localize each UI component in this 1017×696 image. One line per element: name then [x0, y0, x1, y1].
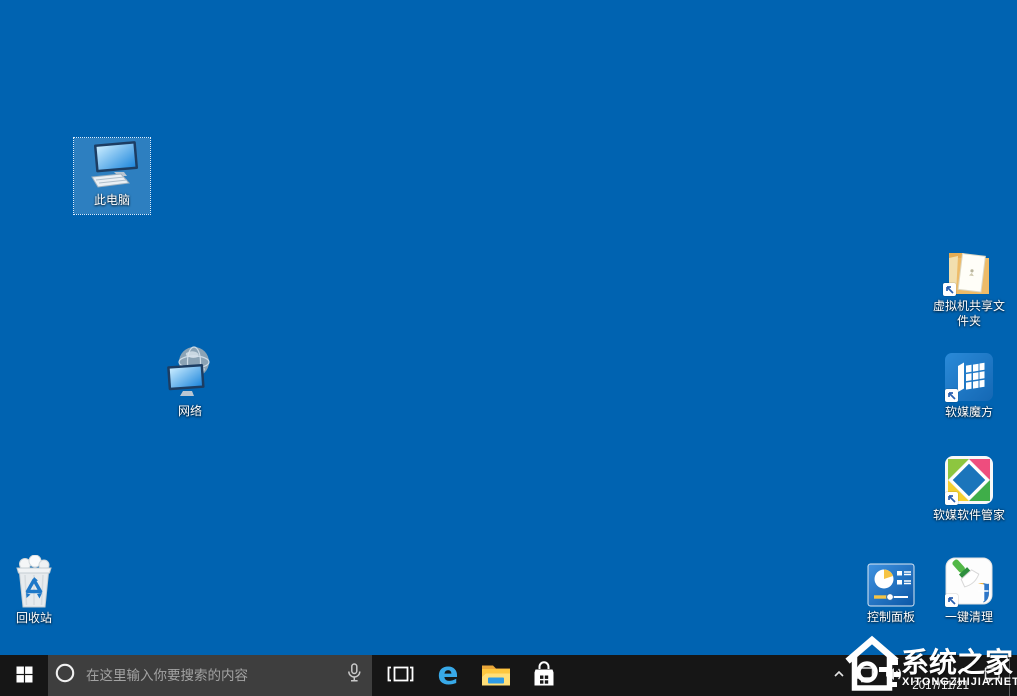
- desktop-icon-control-panel[interactable]: 控制面板: [853, 556, 929, 625]
- action-center-icon: [983, 665, 1002, 687]
- shortcut-arrow-icon: [945, 492, 958, 505]
- taskbar-search-box[interactable]: [48, 655, 372, 696]
- desktop-icon-label: 回收站: [16, 611, 52, 626]
- action-center-button[interactable]: [975, 655, 1009, 696]
- tray-clock[interactable]: 2017/11/21: [906, 655, 975, 696]
- network-globe-icon: [161, 345, 219, 401]
- show-desktop-button[interactable]: [1009, 655, 1017, 696]
- edge-browser-button[interactable]: e: [424, 655, 472, 696]
- desktop-icon-label: 控制面板: [867, 610, 915, 625]
- tray-date: 2017/11/21: [912, 680, 969, 693]
- windows-logo-icon: [16, 666, 33, 686]
- shared-folder-icon: [943, 246, 995, 296]
- microphone-icon[interactable]: [344, 662, 364, 689]
- computer-icon: [83, 141, 141, 190]
- desktop-icon-recycle-bin[interactable]: 回收站: [0, 552, 72, 626]
- folder-explorer-icon: [480, 661, 512, 691]
- pinwheel-icon: [945, 455, 993, 505]
- shortcut-arrow-icon: [945, 389, 958, 402]
- desktop-icon-network[interactable]: 网络: [152, 342, 228, 419]
- file-explorer-button[interactable]: [472, 655, 520, 696]
- desktop-icon-ruanmei-software-manager[interactable]: 软媒软件管家: [931, 452, 1007, 523]
- cube-grid-icon: [945, 352, 993, 402]
- tray-network-button[interactable]: [852, 655, 880, 696]
- shortcut-arrow-icon: [943, 283, 956, 296]
- desktop-icon-this-pc[interactable]: 此电脑: [74, 138, 150, 214]
- shortcut-arrow-icon: [945, 594, 958, 607]
- search-input[interactable]: [84, 667, 344, 684]
- store-button[interactable]: [520, 655, 568, 696]
- desktop-icon-label: 网络: [178, 404, 202, 419]
- system-tray: 2017/11/21: [826, 655, 1017, 696]
- store-bag-icon: [529, 659, 559, 692]
- cortana-circle-icon[interactable]: [54, 662, 76, 689]
- desktop-icon-one-click-clean[interactable]: 一键清理: [931, 553, 1007, 625]
- tray-chevron-button[interactable]: [826, 655, 852, 696]
- desktop-icon-vm-shared-folder[interactable]: 虚拟机共享文件夹: [931, 243, 1007, 329]
- taskbar: e: [0, 655, 1017, 696]
- chevron-up-icon: [832, 667, 846, 684]
- desktop-icon-label: 此电脑: [94, 193, 130, 208]
- task-view-icon: [387, 665, 414, 686]
- tray-volume-button[interactable]: [880, 655, 906, 696]
- desktop-icon-label: 一键清理: [945, 610, 993, 625]
- recycle-bin-full-icon: [10, 555, 58, 608]
- desktop-icon-ruanmei-mofang[interactable]: 软媒魔方: [931, 349, 1007, 420]
- start-button[interactable]: [0, 655, 48, 696]
- desktop-icon-label: 软媒魔方: [945, 405, 993, 420]
- clean-brush-shield-icon: [945, 556, 993, 607]
- desktop-icon-label: 软媒软件管家: [933, 508, 1005, 523]
- edge-browser-icon: e: [437, 659, 458, 690]
- desktop-background[interactable]: 此电脑 网络: [0, 0, 1017, 696]
- task-view-button[interactable]: [376, 655, 424, 696]
- desktop-icon-label: 虚拟机共享文件夹: [931, 299, 1007, 329]
- network-tray-icon: [855, 665, 877, 687]
- control-panel-icon: [867, 559, 915, 607]
- volume-icon: [884, 666, 902, 685]
